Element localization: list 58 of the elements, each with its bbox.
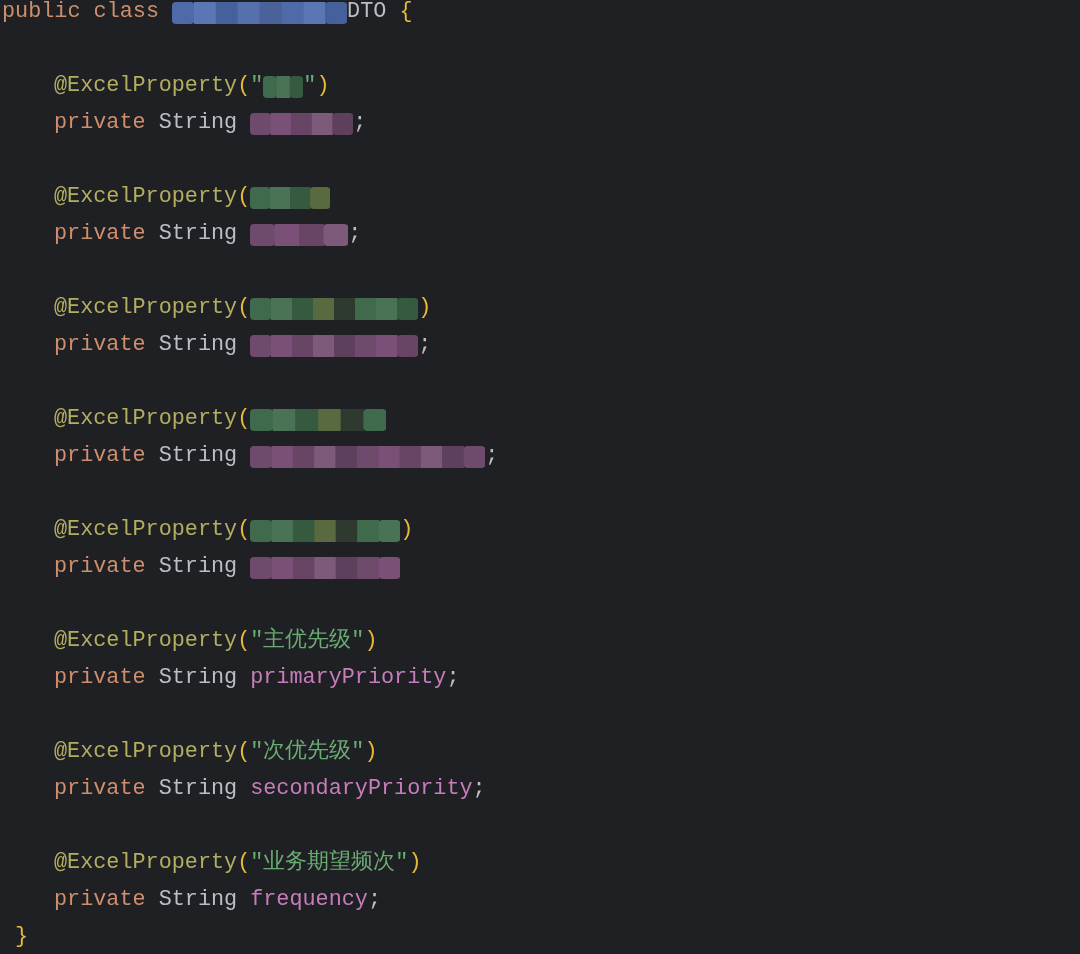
blurred-redaction: [263, 73, 304, 100]
type-text: String: [158, 220, 238, 249]
annotation-text: @ExcelProperty: [54, 849, 238, 878]
semicolon-text: ;: [348, 220, 362, 249]
parenthesis-text: (: [237, 72, 251, 101]
type-text: String: [158, 886, 238, 915]
parenthesis-text: (: [237, 738, 251, 767]
parenthesis-text: ): [418, 294, 432, 323]
semicolon-text: ;: [446, 664, 460, 693]
parenthesis-text: (: [237, 405, 251, 434]
annotation-text: @ExcelProperty: [54, 405, 238, 434]
class-name-text: DTO: [347, 0, 387, 27]
string-literal: ": [303, 72, 317, 101]
keyword-text: private: [54, 553, 146, 582]
string-literal: "业务期望频次": [250, 848, 409, 878]
annotation-text: @ExcelProperty: [54, 738, 238, 767]
annotation-text: @ExcelProperty: [54, 516, 238, 545]
type-text: String: [158, 664, 238, 693]
field-name-text: frequency: [250, 886, 368, 915]
keyword-text: private: [54, 220, 146, 249]
parenthesis-text: (: [237, 183, 251, 212]
parenthesis-text: ): [316, 72, 330, 101]
parenthesis-text: ): [364, 627, 378, 656]
string-literal: "次优先级": [250, 738, 365, 767]
semicolon-text: ;: [418, 331, 432, 360]
annotation-text: @ExcelProperty: [54, 627, 238, 656]
type-text: String: [158, 553, 238, 582]
keyword-text: private: [54, 331, 146, 360]
parenthesis-text: (: [237, 294, 251, 323]
type-text: String: [158, 775, 238, 804]
semicolon-text: ;: [472, 775, 486, 804]
keyword-text: private: [54, 664, 146, 693]
brace-text: {: [399, 0, 413, 27]
semicolon-text: ;: [367, 886, 382, 915]
parenthesis-text: (: [237, 849, 251, 878]
parenthesis-text: (: [237, 516, 251, 545]
parenthesis-text: ): [364, 738, 378, 767]
brace-text: }: [15, 923, 29, 952]
keyword-text: public class: [2, 0, 159, 27]
type-text: String: [158, 109, 238, 138]
type-text: String: [158, 442, 238, 471]
string-literal: ": [250, 72, 264, 101]
keyword-text: private: [54, 109, 146, 138]
annotation-text: @ExcelProperty: [54, 294, 238, 323]
type-text: String: [158, 331, 238, 360]
parenthesis-text: (: [237, 627, 251, 656]
keyword-text: private: [54, 886, 146, 915]
semicolon-text: ;: [485, 442, 499, 471]
annotation-text: @ExcelProperty: [54, 183, 238, 212]
keyword-text: private: [54, 442, 146, 471]
semicolon-text: ;: [353, 109, 367, 138]
parenthesis-text: ): [408, 849, 422, 878]
string-literal: "主优先级": [250, 626, 365, 656]
field-name-text: primaryPriority: [250, 664, 447, 693]
annotation-text: @ExcelProperty: [54, 72, 238, 101]
keyword-text: private: [54, 775, 146, 804]
parenthesis-text: ): [400, 516, 414, 545]
field-name-text: secondaryPriority: [250, 775, 473, 804]
